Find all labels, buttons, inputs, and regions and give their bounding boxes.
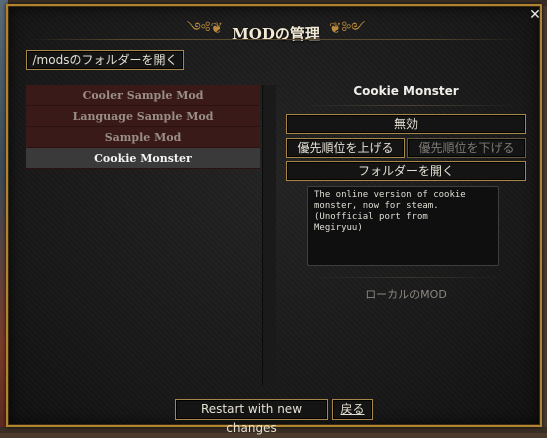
title-divider xyxy=(28,39,522,40)
ornament-left-icon: ༺❦ xyxy=(186,19,224,37)
restart-with-changes-button[interactable]: Restart with new changes xyxy=(175,399,328,435)
ornament-right-icon: ❦༻ xyxy=(328,19,366,37)
disable-mod-button[interactable]: 無効 xyxy=(286,114,526,134)
mod-list-item-sample-mod[interactable]: Sample Mod xyxy=(26,127,260,148)
mod-manager-dialog: ༺❦ MODの管理 ❦༻ ✕ /modsのフォルダーを開く Cooler Sam… xyxy=(6,4,544,435)
lower-priority-button[interactable]: 優先順位を下げる xyxy=(407,138,526,158)
detail-divider xyxy=(298,105,518,106)
close-icon[interactable]: ✕ xyxy=(528,8,542,22)
mod-description: The online version of cookie monster, no… xyxy=(307,186,499,266)
open-mod-folder-button[interactable]: フォルダーを開く xyxy=(286,161,526,181)
dialog-header: ༺❦ MODの管理 ❦༻ xyxy=(8,12,544,54)
dialog-title: MODの管理 xyxy=(232,24,320,43)
mod-list-item-cookie-monster[interactable]: Cookie Monster xyxy=(26,148,260,169)
mod-list: Cooler Sample Mod Language Sample Mod Sa… xyxy=(26,85,260,169)
mod-list-item-cooler-sample-mod[interactable]: Cooler Sample Mod xyxy=(26,85,260,106)
selected-mod-title: Cookie Monster xyxy=(353,84,459,98)
mod-list-item-language-sample-mod[interactable]: Language Sample Mod xyxy=(26,106,260,127)
source-divider xyxy=(308,277,508,278)
back-button[interactable]: 戻る xyxy=(332,399,373,420)
mod-source-label: ローカルのMOD xyxy=(365,288,447,301)
raise-priority-button[interactable]: 優先順位を上げる xyxy=(286,138,405,158)
open-mods-folder-button[interactable]: /modsのフォルダーを開く xyxy=(26,50,184,70)
mod-list-scrollbar[interactable] xyxy=(262,85,276,385)
